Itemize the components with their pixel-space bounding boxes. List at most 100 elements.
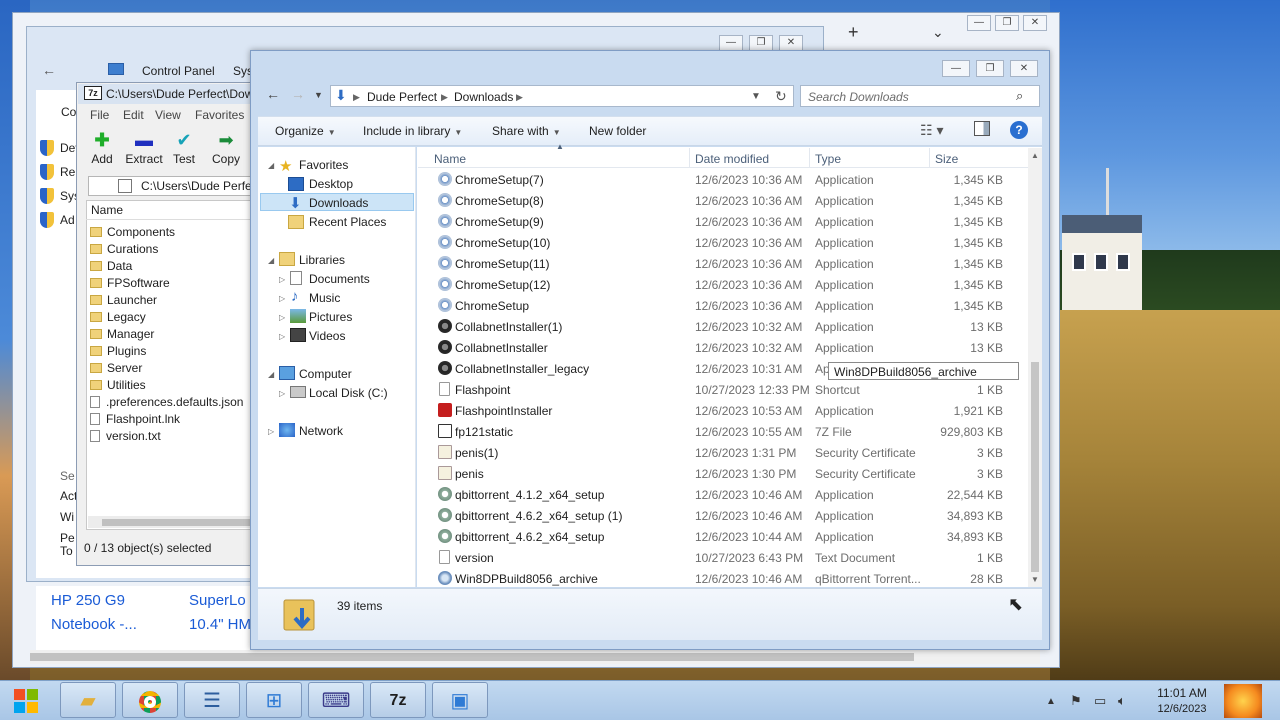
cp-link-performance[interactable]: Pe [60,531,75,545]
7zip-path-field[interactable]: C:\Users\Dude Perfect [88,176,254,196]
list-item[interactable]: Curations [90,242,158,259]
cp-maximize-button[interactable]: ❐ [749,35,773,51]
menu-view[interactable]: View [155,108,181,122]
browser-horizontal-scrollbar[interactable] [30,650,1040,664]
new-folder-button[interactable]: New folder [589,124,646,138]
help-icon[interactable]: ? [1010,121,1028,139]
browser-maximize-button[interactable]: ❐ [995,15,1019,31]
scrollbar-thumb[interactable] [30,653,914,661]
expand-pictures-icon[interactable]: ▷ [279,313,285,322]
back-arrow-icon[interactable]: ← [266,86,280,102]
file-row[interactable]: ChromeSetup(9) 12/6/2023 10:36 AM Applicat… [418,211,1028,232]
column-divider[interactable] [809,148,810,168]
extract-button[interactable]: ▬ Extract [122,130,166,166]
list-item[interactable]: Components [90,225,175,242]
expand-music-icon[interactable]: ▷ [279,294,285,303]
file-row[interactable]: Win8DPBuild8056_archive 12/6/2023 10:46 A… [418,568,1028,589]
start-button[interactable] [6,684,46,718]
list-item[interactable]: Flashpoint.lnk [90,412,180,429]
collapse-libraries-icon[interactable]: ◢ [268,256,274,265]
taskbar-windows-logo[interactable]: ⊞ [246,682,302,718]
column-header-size[interactable]: Size [935,152,958,166]
product-card-1[interactable]: HP 250 G9 Notebook -... [51,589,137,637]
file-row[interactable]: version 10/27/2023 6:43 PM Text Document 1 … [418,547,1028,568]
nav-computer[interactable]: Computer [299,367,352,381]
nav-music[interactable]: Music [309,291,340,305]
column-header-type[interactable]: Type [815,152,841,166]
7zip-column-name[interactable]: Name [86,200,254,220]
list-item[interactable]: Manager [90,327,154,344]
file-row[interactable]: qbittorrent_4.1.2_x64_setup 12/6/2023 10:… [418,484,1028,505]
cp-link-tools[interactable]: To [60,544,73,558]
cp-minimize-button[interactable]: — [719,35,743,51]
column-header-date[interactable]: Date modified [695,152,769,166]
breadcrumb-dude-perfect[interactable]: Dude Perfect [367,90,437,104]
nav-pictures[interactable]: Pictures [309,310,352,324]
file-row[interactable]: ChromeSetup(12) 12/6/2023 10:36 AM Applica… [418,274,1028,295]
file-row[interactable]: CollabnetInstaller(1) 12/6/2023 10:32 AM A… [418,316,1028,337]
cp-link-windows[interactable]: Wi [60,510,74,524]
list-item[interactable]: Data [90,259,132,276]
preview-pane-icon[interactable] [974,121,990,136]
cp-link-remote[interactable]: Re [60,165,75,179]
change-view-icon[interactable]: ☷ ▾ [920,122,943,139]
test-button[interactable]: ✔ Test [162,130,206,166]
include-in-library-button[interactable]: Include in library ▼ [363,124,462,138]
file-row[interactable]: ChromeSetup(11) 12/6/2023 10:36 AM Applica… [418,253,1028,274]
menu-file[interactable]: File [90,108,109,122]
chevron-right-icon[interactable]: ▶ [516,92,523,103]
file-row[interactable]: ChromeSetup 12/6/2023 10:36 AM Application… [418,295,1028,316]
product-subtitle[interactable]: 10.4" HM [189,613,251,637]
list-item[interactable]: Launcher [90,293,157,310]
browser-minimize-button[interactable]: — [967,15,991,31]
7zip-horizontal-scrollbar[interactable] [88,516,252,528]
menu-edit[interactable]: Edit [123,108,144,122]
expand-videos-icon[interactable]: ▷ [279,332,285,341]
list-item[interactable]: Server [90,361,142,378]
file-row[interactable]: qbittorrent_4.6.2_x64_setup (1) 12/6/2023… [418,505,1028,526]
show-hidden-icons-icon[interactable]: ▲ [1046,696,1056,707]
nav-downloads[interactable]: Downloads [309,196,368,210]
cp-link-action[interactable]: Act [60,489,77,503]
nav-local-disk[interactable]: Local Disk (C:) [309,386,388,400]
clock-time[interactable]: 11:01 AM [1156,686,1208,700]
scroll-up-icon[interactable]: ▲ [1031,151,1039,160]
column-divider[interactable] [929,148,930,168]
taskbar-7zip[interactable]: 7z [370,682,426,718]
collapse-computer-icon[interactable]: ◢ [268,370,274,379]
product-title[interactable]: HP 250 G9 [51,589,137,613]
recent-pages-chevron-icon[interactable]: ▼ [314,90,323,100]
nav-favorites[interactable]: Favorites [299,158,348,172]
nav-libraries[interactable]: Libraries [299,253,345,267]
nav-network[interactable]: Network [299,424,343,438]
cp-breadcrumb-control-panel[interactable]: Control Panel [142,64,215,78]
copy-button[interactable]: ➡ Copy [204,130,248,166]
taskbar-keyboard-app[interactable]: ⌨ [308,682,364,718]
file-row[interactable]: penis 12/6/2023 1:30 PM Security Certifica… [418,463,1028,484]
cp-back-icon[interactable]: ← [42,62,56,78]
taskbar-chrome[interactable] [122,682,178,718]
list-item[interactable]: Utilities [90,378,146,395]
product-subtitle[interactable]: Notebook -... [51,613,137,637]
taskbar-control-panel[interactable]: ▣ [432,682,488,718]
new-tab-icon[interactable]: + [848,22,859,43]
file-row[interactable]: fp121static 12/6/2023 10:55 AM 7Z File 929,… [418,421,1028,442]
refresh-icon[interactable]: ↻ [775,88,787,105]
tab-list-chevron-icon[interactable]: ⌄ [932,24,944,41]
list-item[interactable]: Legacy [90,310,146,327]
nav-recent-places[interactable]: Recent Places [309,215,386,229]
action-center-flag-icon[interactable]: ⚑ [1070,693,1082,709]
nav-documents[interactable]: Documents [309,272,370,286]
address-history-chevron-icon[interactable]: ▼ [751,91,761,102]
cp-link-advanced[interactable]: Ad [60,213,75,227]
maximize-button[interactable]: ❐ [976,60,1004,77]
product-title[interactable]: SuperLo [189,589,251,613]
search-input[interactable]: Search Downloads [800,85,1040,107]
volume-icon[interactable]: 🔈︎ [1118,693,1126,709]
nav-desktop[interactable]: Desktop [309,177,353,191]
list-item[interactable]: version.txt [90,429,161,446]
chevron-right-icon[interactable]: ▶ [353,92,360,103]
column-divider[interactable] [689,148,690,168]
file-row[interactable]: ChromeSetup(10) 12/6/2023 10:36 AM Applica… [418,232,1028,253]
nav-videos[interactable]: Videos [309,329,345,343]
